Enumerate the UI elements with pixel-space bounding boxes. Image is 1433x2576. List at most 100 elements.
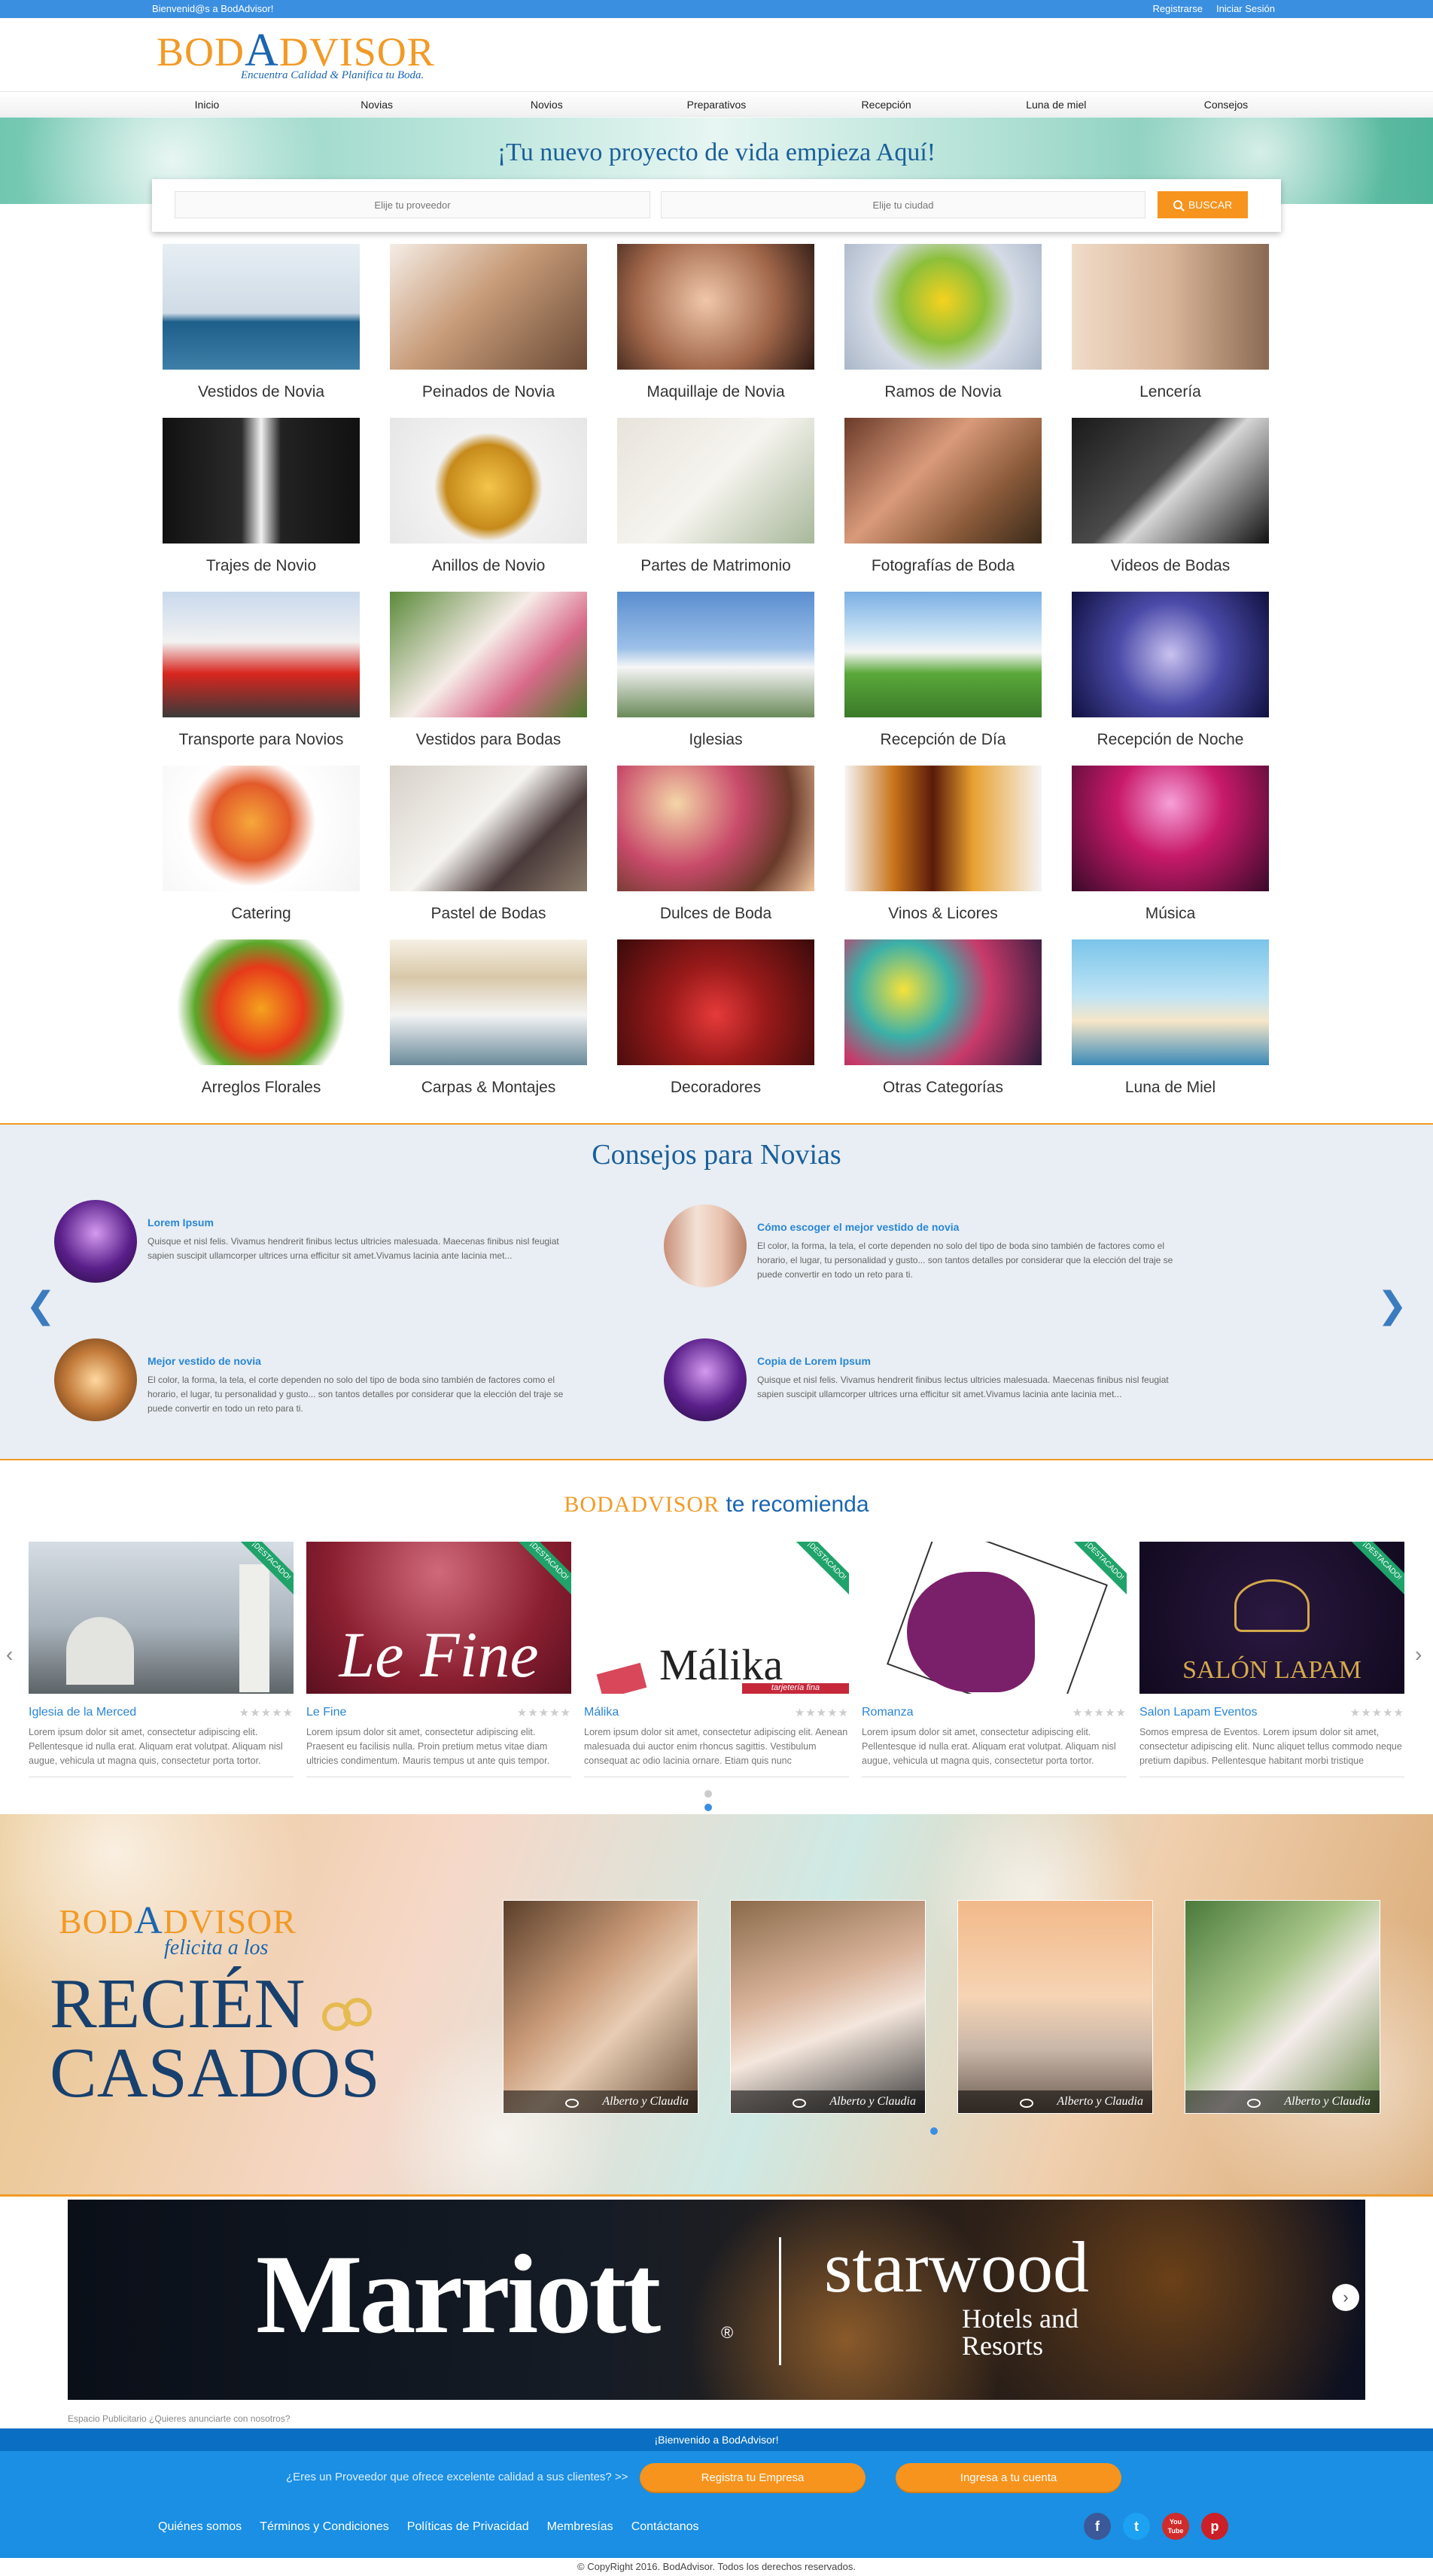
couple-photo[interactable]: Alberto y Claudia [957,1900,1153,2114]
category-label[interactable]: Vestidos para Bodas [390,731,587,749]
category-card-catering[interactable]: Catering [163,766,360,939]
city-select[interactable] [661,191,1145,218]
vendor-name[interactable]: Le Fine [306,1706,346,1719]
category-label[interactable]: Música [1072,905,1269,923]
ad-note[interactable]: Espacio Publicitario ¿Quieres anunciarte… [68,2413,291,2424]
category-label[interactable]: Videos de Bodas [1072,557,1269,575]
post-item[interactable]: Cómo escoger el mejor vestido de novia E… [664,1204,1191,1295]
register-company-button[interactable]: Registra tu Empresa [640,2463,866,2493]
vendor-name[interactable]: Salon Lapam Eventos [1139,1706,1258,1719]
category-label[interactable]: Ramos de Novia [844,383,1042,401]
category-image[interactable] [390,592,587,717]
category-label[interactable]: Dulces de Boda [617,905,814,923]
category-card-recepcion-de-dia[interactable]: Recepción de Día [844,592,1042,766]
post-item[interactable]: Copia de Lorem Ipsum Quisque et nisl fel… [664,1338,1191,1429]
category-label[interactable]: Trajes de Novio [163,557,360,575]
category-card-ramos-de-novia[interactable]: Ramos de Novia [844,244,1042,418]
category-image[interactable] [844,592,1042,717]
category-label[interactable]: Luna de Miel [1072,1079,1269,1097]
category-label[interactable]: Recepción de Día [844,731,1042,749]
vendor-name[interactable]: Romanza [862,1706,913,1719]
category-label[interactable]: Maquillaje de Novia [617,383,814,401]
vendor-card[interactable]: Le Fine ¡DESTACADO! Le Fine ★★★★★ Lorem … [306,1542,571,1783]
vendor-card[interactable]: ¡DESTACADO! Romanza ★★★★★ Lorem ipsum do… [862,1542,1127,1783]
category-card-anillos-de-novio[interactable]: Anillos de Novio [390,418,587,592]
couple-photo[interactable]: Alberto y Claudia [503,1900,698,2114]
category-card-iglesias[interactable]: Iglesias [617,592,814,766]
footer-link-contactanos[interactable]: Contáctanos [631,2520,699,2534]
post-item[interactable]: Mejor vestido de novia El color, la form… [54,1338,581,1429]
category-card-recepcion-de-noche[interactable]: Recepción de Noche [1072,592,1269,766]
category-image[interactable] [844,766,1042,891]
category-card-luna-de-miel[interactable]: Luna de Miel [1072,939,1269,1113]
advertisement-banner[interactable]: Marriott ® starwood Hotels and Resorts › [68,2200,1365,2400]
footer-link-privacidad[interactable]: Políticas de Privacidad [407,2520,529,2534]
category-card-musica[interactable]: Música [1072,766,1269,939]
category-image[interactable] [844,939,1042,1065]
category-image[interactable] [1072,244,1269,370]
category-image[interactable] [163,418,360,544]
pinterest-icon[interactable]: p [1201,2513,1228,2540]
category-card-videos-de-bodas[interactable]: Videos de Bodas [1072,418,1269,592]
category-label[interactable]: Carpas & Montajes [390,1079,587,1097]
category-image[interactable] [390,766,587,891]
category-label[interactable]: Arreglos Florales [163,1079,360,1097]
footer-link-quienes-somos[interactable]: Quiénes somos [158,2520,242,2534]
category-card-arreglos-florales[interactable]: Arreglos Florales [163,939,360,1113]
vendor-card[interactable]: Málika tarjetería fina ¡DESTACADO! Málik… [584,1542,849,1783]
category-image[interactable] [163,244,360,370]
category-card-fotografias-de-boda[interactable]: Fotografías de Boda [844,418,1042,592]
post-title[interactable]: Lorem Ipsum [148,1216,214,1229]
ad-next-button[interactable]: › [1332,2284,1359,2311]
category-label[interactable]: Transporte para Novios [163,731,360,749]
category-label[interactable]: Recepción de Noche [1072,731,1269,749]
nav-novias[interactable]: Novias [324,92,430,117]
page-dot[interactable] [704,1790,712,1798]
category-card-partes-de-matrimonio[interactable]: Partes de Matrimonio [617,418,814,592]
category-card-vestidos-para-bodas[interactable]: Vestidos para Bodas [390,592,587,766]
nav-preparativos[interactable]: Preparativos [664,92,769,117]
category-label[interactable]: Lencería [1072,383,1269,401]
category-label[interactable]: Decoradores [617,1079,814,1097]
page-dot[interactable] [704,1804,712,1811]
category-image[interactable] [1072,418,1269,544]
category-image[interactable] [617,939,814,1065]
post-title[interactable]: Cómo escoger el mejor vestido de novia [757,1221,959,1233]
category-image[interactable] [617,418,814,544]
couple-photo[interactable]: Alberto y Claudia [1185,1900,1380,2114]
category-card-otras-categorias[interactable]: Otras Categorías [844,939,1042,1113]
category-image[interactable] [390,244,587,370]
category-card-transporte-para-novios[interactable]: Transporte para Novios [163,592,360,766]
vendor-name[interactable]: Iglesia de la Merced [29,1706,136,1719]
category-image[interactable] [1072,766,1269,891]
login-account-button[interactable]: Ingresa a tu cuenta [896,2463,1121,2493]
category-card-decoradores[interactable]: Decoradores [617,939,814,1113]
vendors-next-arrow[interactable]: › [1415,1643,1422,1667]
nav-luna-de-miel[interactable]: Luna de miel [1003,92,1109,117]
category-image[interactable] [844,244,1042,370]
youtube-icon[interactable]: You Tube [1162,2513,1189,2540]
category-label[interactable]: Partes de Matrimonio [617,557,814,575]
category-card-dulces-de-boda[interactable]: Dulces de Boda [617,766,814,939]
nav-recepcion[interactable]: Recepción [834,92,939,117]
vendors-prev-arrow[interactable]: ‹ [6,1643,13,1667]
category-label[interactable]: Vestidos de Novia [163,383,360,401]
search-button[interactable]: BUSCAR [1158,191,1248,218]
twitter-icon[interactable]: t [1123,2513,1150,2540]
post-title[interactable]: Mejor vestido de novia [148,1355,261,1367]
category-card-vestidos-de-novia[interactable]: Vestidos de Novia [163,244,360,418]
consejos-prev-arrow[interactable]: ❮ [26,1284,56,1326]
nav-inicio[interactable]: Inicio [154,92,260,117]
category-label[interactable]: Vinos & Licores [844,905,1042,923]
category-image[interactable] [163,766,360,891]
category-label[interactable]: Otras Categorías [844,1079,1042,1097]
category-image[interactable] [617,592,814,717]
nav-consejos[interactable]: Consejos [1173,92,1279,117]
category-card-vinos-licores[interactable]: Vinos & Licores [844,766,1042,939]
post-title[interactable]: Copia de Lorem Ipsum [757,1355,871,1367]
nav-novios[interactable]: Novios [494,92,599,117]
category-card-maquillaje-de-novia[interactable]: Maquillaje de Novia [617,244,814,418]
category-image[interactable] [1072,592,1269,717]
category-label[interactable]: Pastel de Bodas [390,905,587,923]
category-label[interactable]: Iglesias [617,731,814,749]
